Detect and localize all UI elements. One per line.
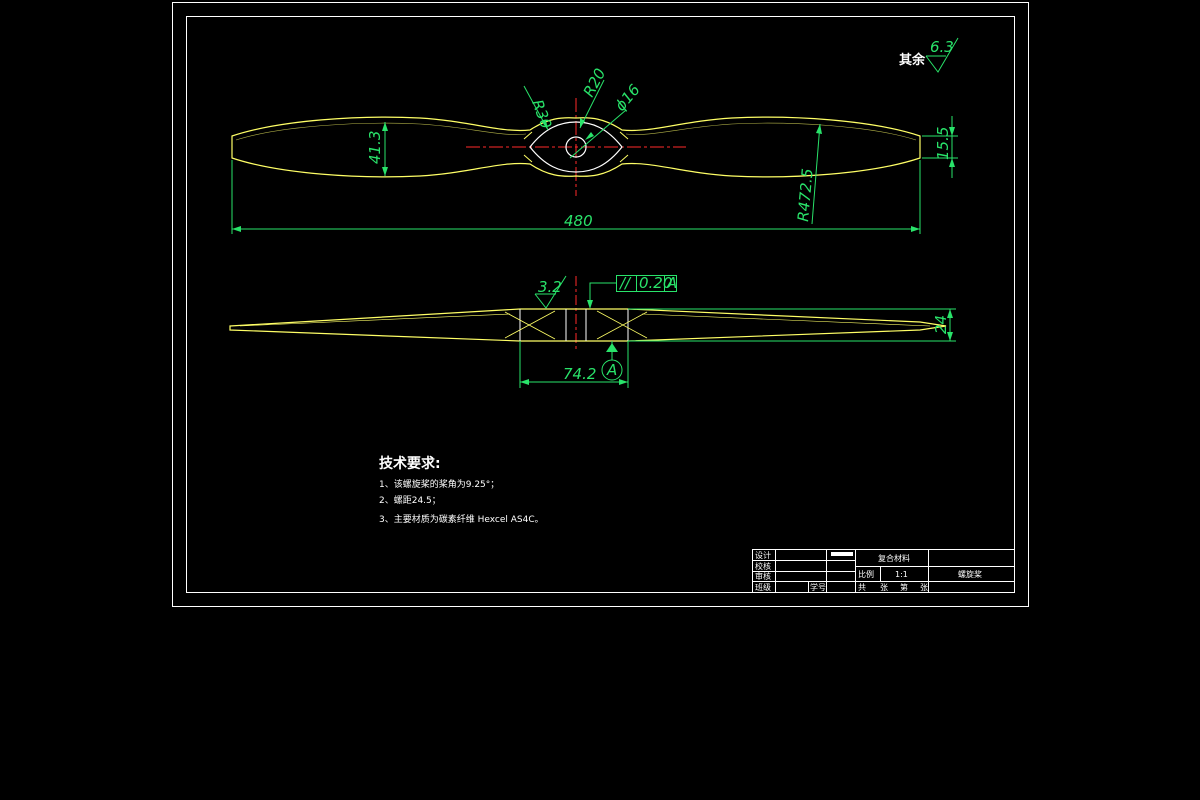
arrow-41-3-bottom bbox=[382, 167, 388, 176]
tb-material: 复合材料 bbox=[878, 553, 910, 563]
arrow-r472-5 bbox=[816, 124, 822, 134]
dim-480: 480 bbox=[564, 212, 593, 230]
tolerance-symbol: // bbox=[618, 274, 632, 292]
tolerance-leader-arrow bbox=[587, 300, 593, 309]
tb-part-name: 螺旋桨 bbox=[958, 569, 982, 579]
tb-scale-label: 比例 bbox=[858, 569, 874, 579]
title-block: 设计 校核 审核 班级 学号 复合材料 比例 1:1 螺旋桨 共 张 第 张 bbox=[752, 549, 1015, 593]
datum-a-triangle bbox=[606, 343, 618, 352]
tb-sheet-1: 共 bbox=[858, 583, 866, 592]
side-view: 3.2 // 0.20 A 24 74.2 A bbox=[229, 274, 956, 388]
notes-title: 技术要求: bbox=[379, 455, 441, 472]
note-item-1: 1、该螺旋桨的桨角为9.25°； bbox=[379, 478, 499, 490]
roughness-general-label: 其余 bbox=[899, 52, 926, 68]
dim-r30: R30 bbox=[528, 97, 555, 131]
tb-label-review: 审核 bbox=[755, 571, 771, 581]
title-block-fill-bar bbox=[831, 552, 853, 556]
datum-a-label: A bbox=[606, 361, 617, 379]
hub-cross-right bbox=[596, 310, 648, 340]
leader-phi16 bbox=[569, 109, 627, 159]
dim-24: 24 bbox=[932, 315, 950, 334]
tb-scale-value: 1:1 bbox=[895, 570, 908, 579]
tb-sheet-2: 张 bbox=[880, 583, 888, 592]
arrow-480-left bbox=[232, 226, 241, 232]
tb-sheet-4: 张 bbox=[920, 583, 928, 592]
side-inner-edge bbox=[239, 313, 931, 327]
inner-frame bbox=[186, 16, 1015, 593]
tb-label-design: 设计 bbox=[755, 550, 771, 560]
cad-drawing: 其余 6.3 R30 R20 ϕ16 41.3 15.5 R472.5 480 … bbox=[172, 2, 1029, 607]
tb-label-class: 班级 bbox=[755, 582, 771, 592]
tolerance-frame: // 0.20 A bbox=[616, 274, 677, 292]
dim-41-3: 41.3 bbox=[366, 131, 384, 164]
roughness-general-value: 6.3 bbox=[930, 38, 954, 56]
arrow-480-right bbox=[911, 226, 920, 232]
side-roughness-value: 3.2 bbox=[538, 278, 562, 296]
roughness-general: 其余 6.3 bbox=[899, 37, 959, 73]
note-item-3: 3、主要材质为碳素纤维 Hexcel AS4C。 bbox=[379, 513, 544, 525]
tb-label-student-id: 学号 bbox=[810, 582, 826, 592]
tolerance-leader bbox=[589, 282, 616, 308]
arrow-74-2-left bbox=[520, 379, 529, 385]
dim-r20: R20 bbox=[580, 65, 610, 100]
note-item-2: 2、螺距24.5； bbox=[379, 495, 441, 506]
top-view: R30 R20 ϕ16 41.3 15.5 R472.5 480 bbox=[231, 65, 958, 234]
tolerance-datum: A bbox=[666, 274, 677, 292]
dim-15-5: 15.5 bbox=[934, 127, 952, 160]
dim-phi16: ϕ16 bbox=[611, 81, 643, 115]
tb-sheet-3: 第 bbox=[900, 582, 908, 592]
dim-74-2: 74.2 bbox=[563, 365, 596, 383]
propeller-outline-side bbox=[229, 308, 947, 342]
technical-notes: 技术要求: 1、该螺旋桨的桨角为9.25°； 2、螺距24.5； 3、主要材质为… bbox=[379, 455, 544, 525]
tb-label-check: 校核 bbox=[755, 561, 771, 571]
hub-cross-left bbox=[504, 310, 556, 340]
arrow-74-2-right bbox=[619, 379, 628, 385]
outer-frame bbox=[172, 2, 1029, 607]
